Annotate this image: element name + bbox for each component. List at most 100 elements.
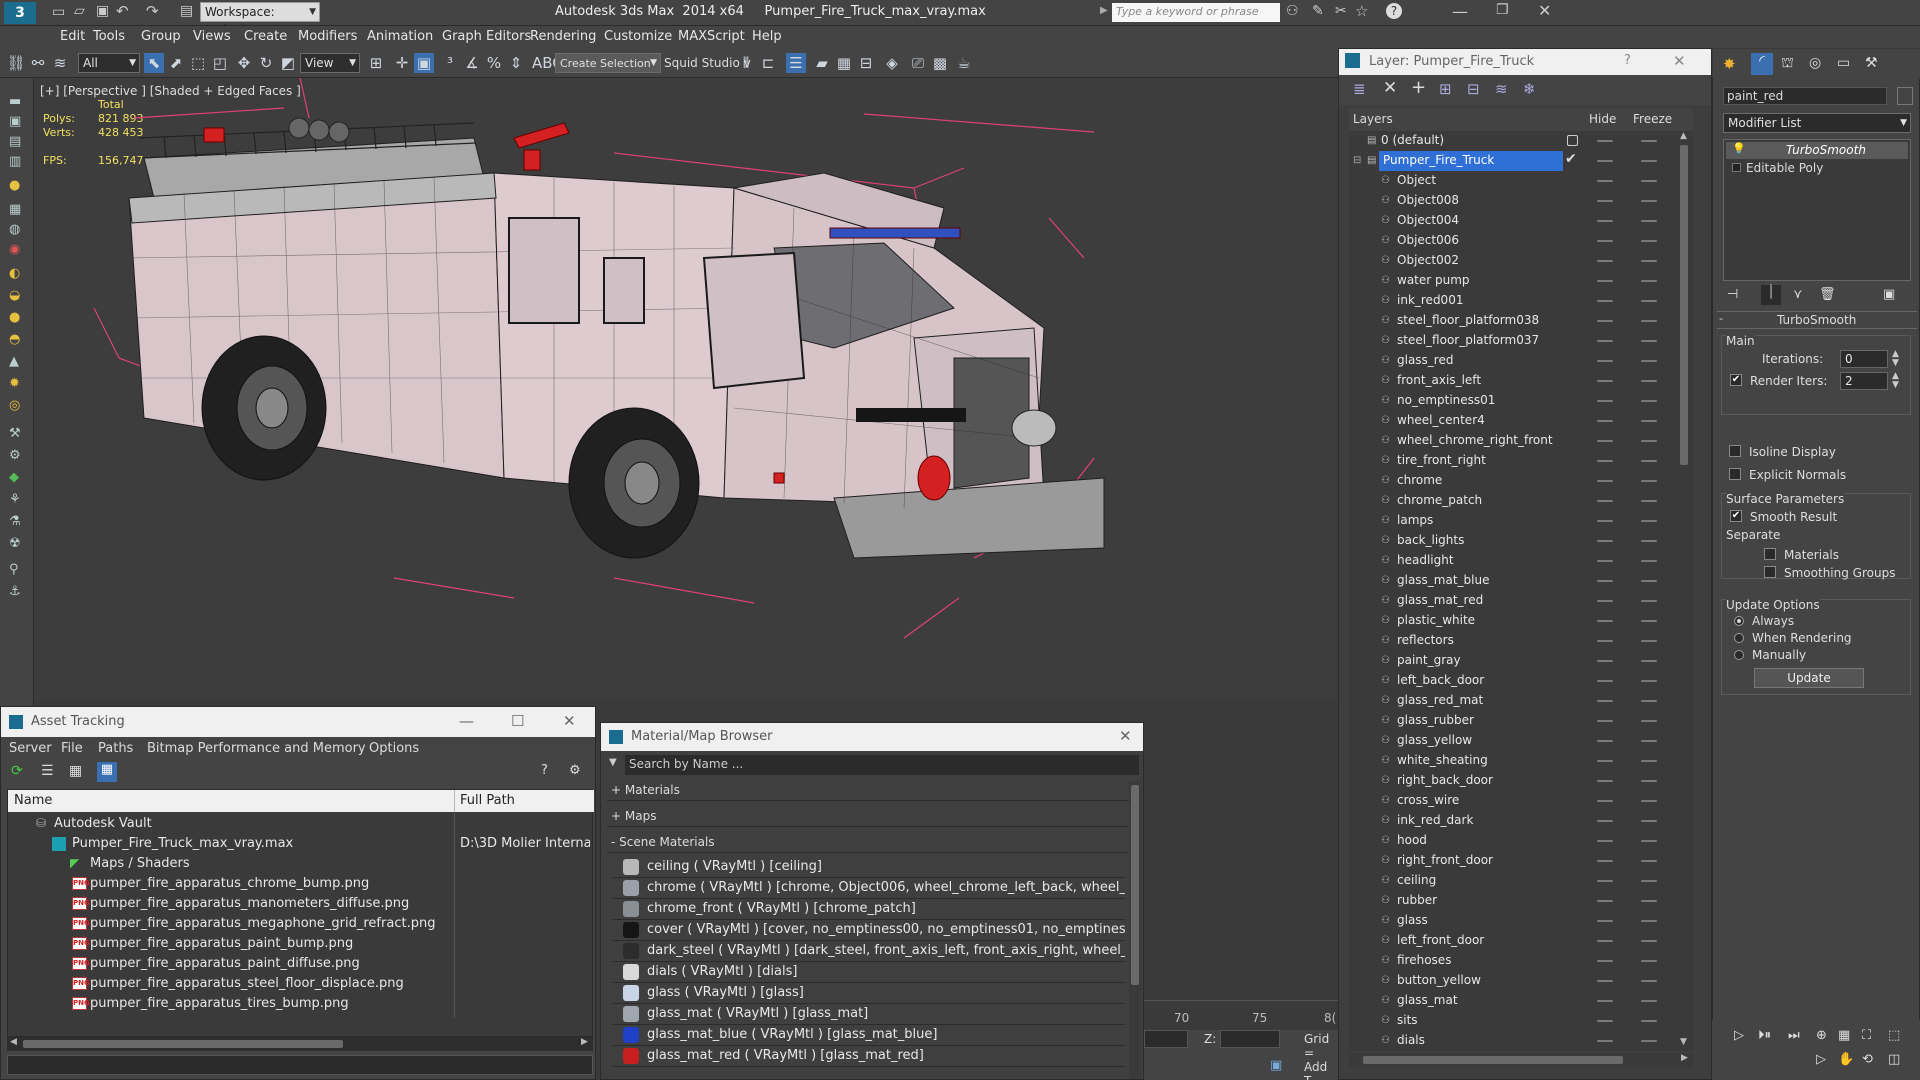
always-radio[interactable] xyxy=(1734,616,1744,626)
asset-map-row[interactable]: PNG pumper_fire_apparatus_manometers_diff… xyxy=(8,894,598,914)
menu-edit[interactable]: Edit xyxy=(60,29,85,44)
light-bulb-icon[interactable]: 💡 xyxy=(1732,142,1746,155)
layer-object-row[interactable]: ⚇ Object008 xyxy=(1349,191,1679,211)
hide-toggle[interactable] xyxy=(1597,740,1613,742)
asset-map-row[interactable]: PNG pumper_fire_apparatus_steel_floor_dis… xyxy=(8,974,598,994)
hide-toggle[interactable] xyxy=(1597,300,1613,302)
scene-material-row[interactable]: chrome_front ( VRayMtl ) [chrome_patch] xyxy=(613,899,1125,920)
show-end-result-icon[interactable]: ⏐ xyxy=(1761,285,1781,305)
motion-tab-icon[interactable]: ◎ xyxy=(1809,55,1821,71)
freeze-toggle[interactable] xyxy=(1641,820,1657,822)
freeze-toggle[interactable] xyxy=(1641,920,1657,922)
next-frame-icon[interactable]: ⏵⏸ xyxy=(1758,1028,1771,1043)
hide-toggle[interactable] xyxy=(1597,580,1613,582)
scroll-up-icon[interactable]: ▲ xyxy=(1680,131,1687,141)
selection-filter-dropdown[interactable]: All ▼ xyxy=(78,53,140,73)
hide-all-icon[interactable]: ≋ xyxy=(1495,80,1508,98)
tool-16-icon[interactable]: ⚒ xyxy=(9,426,21,441)
freeze-toggle[interactable] xyxy=(1641,160,1657,162)
tool-8-icon[interactable]: ◉ xyxy=(9,242,20,257)
hide-toggle[interactable] xyxy=(1597,1000,1613,1002)
keyboard-shortcut-icon[interactable]: ▣ xyxy=(414,53,434,73)
tool-19-icon[interactable]: ⚘ xyxy=(9,492,21,507)
layer-row-active[interactable]: ⊟ ▤ Pumper_Fire_Truck ✔ xyxy=(1349,151,1679,171)
close-icon[interactable]: ✕ xyxy=(563,712,576,730)
freeze-toggle[interactable] xyxy=(1641,320,1657,322)
chevron-down-icon[interactable]: ▼ xyxy=(609,757,617,768)
freeze-toggle[interactable] xyxy=(1641,700,1657,702)
utilities-tab-icon[interactable]: ⚒ xyxy=(1865,55,1878,71)
help-icon[interactable]: ? xyxy=(1386,3,1402,19)
scene-material-row[interactable]: glass_mat_blue ( VRayMtl ) [glass_mat_bl… xyxy=(613,1025,1125,1046)
freeze-toggle[interactable] xyxy=(1641,380,1657,382)
hide-toggle[interactable] xyxy=(1597,400,1613,402)
freeze-toggle[interactable] xyxy=(1641,940,1657,942)
delete-layer-icon[interactable]: ✕ xyxy=(1383,78,1397,98)
freeze-toggle[interactable] xyxy=(1641,640,1657,642)
remove-modifier-icon[interactable]: 🗑 xyxy=(1819,287,1836,302)
freeze-toggle[interactable] xyxy=(1641,680,1657,682)
timeline-strip[interactable]: 70 75 8( xyxy=(1144,1000,1338,1030)
layer-object-row[interactable]: ⚇ chrome_patch xyxy=(1349,491,1679,511)
tool-17-icon[interactable]: ⚙ xyxy=(9,448,21,463)
open-file-icon[interactable]: ▱ xyxy=(74,3,85,19)
layer-object-row[interactable]: ⚇ glass_red_mat xyxy=(1349,691,1679,711)
layer-object-row[interactable]: ⚇ hood xyxy=(1349,831,1679,851)
expand-plus-icon[interactable] xyxy=(1732,163,1741,172)
scene-material-row[interactable]: chrome ( VRayMtl ) [chrome, Object006, w… xyxy=(613,878,1125,899)
tool-5-icon[interactable]: ● xyxy=(9,178,20,193)
freeze-toggle[interactable] xyxy=(1641,280,1657,282)
freeze-toggle[interactable] xyxy=(1641,760,1657,762)
freeze-all-icon[interactable]: ❄ xyxy=(1523,80,1536,98)
col-divider[interactable] xyxy=(454,790,455,812)
freeze-toggle[interactable] xyxy=(1641,1020,1657,1022)
layer-object-row[interactable]: ⚇ ink_red001 xyxy=(1349,291,1679,311)
tool-10-icon[interactable]: ◒ xyxy=(9,288,20,303)
freeze-toggle[interactable] xyxy=(1641,720,1657,722)
tool-21-icon[interactable]: ☢ xyxy=(9,536,21,551)
rollout-header[interactable]: - TurboSmooth xyxy=(1717,311,1917,329)
asset-menu-paths[interactable]: Paths xyxy=(98,741,133,756)
col-hide-header[interactable]: Hide xyxy=(1589,112,1616,126)
scene-material-row[interactable]: glass_mat_red ( VRayMtl ) [glass_mat_red… xyxy=(613,1046,1125,1067)
named-selection-set-dropdown[interactable]: Create Selection Se▼ xyxy=(555,53,661,89)
layer-object-row[interactable]: ⚇ chrome xyxy=(1349,471,1679,491)
h-scroll-thumb[interactable] xyxy=(23,1040,343,1048)
window-crossing-icon[interactable]: ◰ xyxy=(210,53,230,73)
pan-icon[interactable]: ✋ xyxy=(1838,1052,1854,1067)
group-maps[interactable]: + Maps xyxy=(607,807,1129,827)
layer-object-row[interactable]: ⚇ right_back_door xyxy=(1349,771,1679,791)
binoculars-icon[interactable]: ⚇ xyxy=(1286,3,1299,19)
hide-toggle[interactable] xyxy=(1597,180,1613,182)
render-iters-checkbox[interactable]: ✔ xyxy=(1730,374,1742,386)
tool-9-icon[interactable]: ◐ xyxy=(9,266,20,281)
fire-truck-model[interactable] xyxy=(34,78,1338,700)
scene-material-row[interactable]: ceiling ( VRayMtl ) [ceiling] xyxy=(613,857,1125,878)
freeze-toggle[interactable] xyxy=(1641,780,1657,782)
freeze-toggle[interactable] xyxy=(1641,580,1657,582)
hide-toggle[interactable] xyxy=(1597,560,1613,562)
hide-toggle[interactable] xyxy=(1597,880,1613,882)
tool-4-icon[interactable]: ▥ xyxy=(9,154,21,169)
snaps-toggle-icon[interactable]: ³ xyxy=(440,53,460,73)
walk-icon[interactable]: ◫ xyxy=(1888,1052,1900,1067)
tool-11-icon[interactable]: ● xyxy=(9,310,20,325)
asset-map-row[interactable]: PNG pumper_fire_apparatus_chrome_bump.png xyxy=(8,874,598,894)
collapse-minus-icon[interactable]: - xyxy=(1719,312,1723,325)
close-icon[interactable]: ✕ xyxy=(1538,1,1551,20)
material-list-vscrollbar[interactable] xyxy=(1129,781,1141,1079)
hide-toggle[interactable] xyxy=(1597,240,1613,242)
menu-modifiers[interactable]: Modifiers xyxy=(298,29,357,44)
highlight-layer-icon[interactable]: ⊟ xyxy=(1467,80,1480,98)
undo-icon[interactable]: ↶ xyxy=(116,2,129,20)
align-icon[interactable]: ⊏ xyxy=(758,53,778,73)
material-browser-titlebar[interactable]: Material/Map Browser ✕ xyxy=(601,723,1143,751)
layer-object-row[interactable]: ⚇ Object002 xyxy=(1349,251,1679,271)
layer-object-row[interactable]: ⚇ paint_gray xyxy=(1349,651,1679,671)
hide-toggle[interactable] xyxy=(1597,840,1613,842)
layer-object-row[interactable]: ⚇ reflectors xyxy=(1349,631,1679,651)
tool-14-icon[interactable]: ✹ xyxy=(9,376,20,391)
layer-object-row[interactable]: ⚇ Object004 xyxy=(1349,211,1679,231)
menu-rendering[interactable]: Rendering xyxy=(530,29,596,44)
separate-smoothing-checkbox[interactable] xyxy=(1764,566,1776,578)
